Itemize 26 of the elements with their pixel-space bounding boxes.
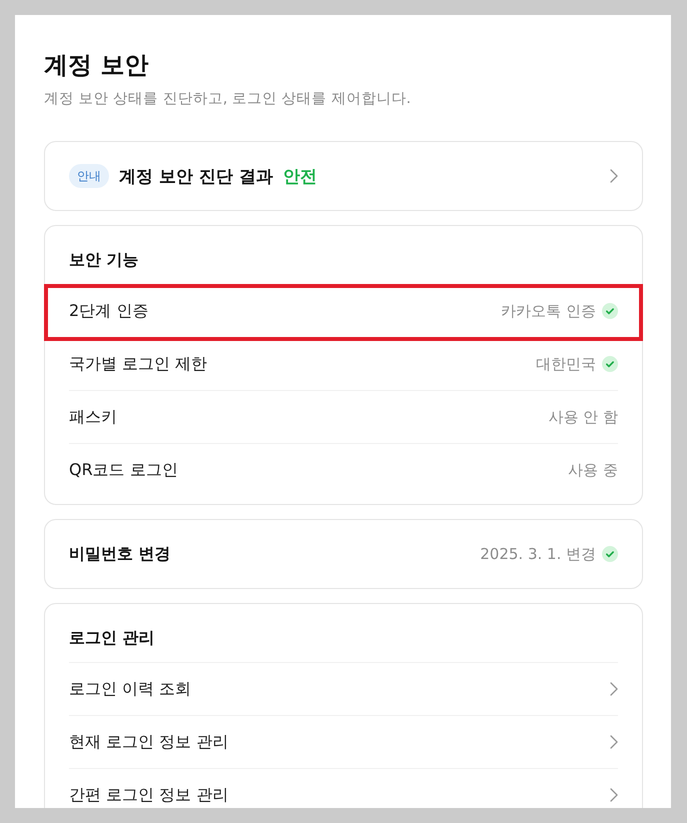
setting-value: 카카오톡 인증: [501, 302, 596, 320]
chevron-right-icon[interactable]: [610, 169, 618, 183]
section-heading: 로그인 관리: [69, 628, 155, 648]
section-heading: 보안 기능: [69, 250, 139, 270]
menu-item[interactable]: 로그인 이력 조회: [69, 678, 192, 700]
setting-label[interactable]: 2단계 인증: [69, 300, 148, 322]
setting-label[interactable]: 패스키: [69, 406, 117, 428]
diagnosis-title: 계정 보안 진단 결과: [119, 166, 273, 188]
info-badge: 안내: [69, 164, 109, 188]
setting-value: 대한민국: [536, 354, 596, 374]
page-title: 계정 보안: [44, 50, 148, 81]
page-subtitle: 계정 보안 상태를 진단하고, 로그인 상태를 제어합니다.: [44, 90, 411, 109]
setting-value: 사용 안 함: [548, 408, 618, 426]
chevron-right-icon[interactable]: [610, 735, 618, 749]
setting-value: 사용 중: [568, 460, 618, 480]
chevron-right-icon[interactable]: [610, 682, 618, 696]
menu-item[interactable]: 현재 로그인 정보 관리: [69, 732, 228, 752]
password-label: 비밀번호 변경: [69, 544, 171, 564]
menu-item[interactable]: 간편 로그인 정보 관리: [69, 784, 228, 806]
setting-label[interactable]: QR코드 로그인: [69, 460, 178, 480]
password-card[interactable]: 비밀번호 변경 2025. 3. 1. 변경: [44, 519, 643, 589]
password-changed-date: 2025. 3. 1. 변경: [480, 544, 596, 564]
chevron-right-icon[interactable]: [610, 788, 618, 802]
diagnosis-card[interactable]: 안내 계정 보안 진단 결과 안전: [44, 141, 643, 211]
setting-label[interactable]: 국가별 로그인 제한: [69, 354, 208, 374]
diagnosis-status: 안전: [282, 166, 317, 188]
